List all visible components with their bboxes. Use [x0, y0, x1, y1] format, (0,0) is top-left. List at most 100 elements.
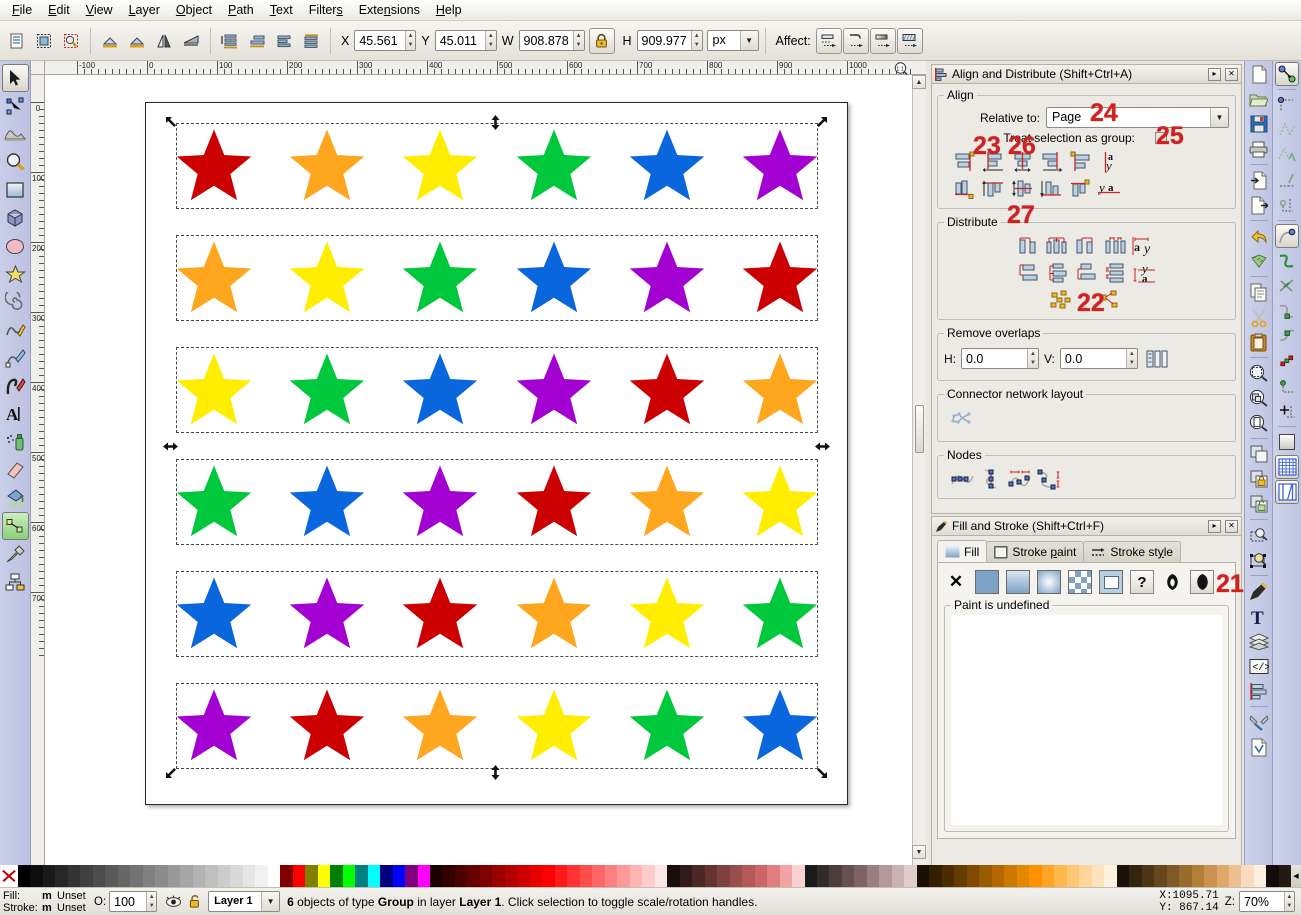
distribute-centers-horizontally-icon[interactable] — [1043, 232, 1072, 259]
snap-grid-icon[interactable] — [1275, 455, 1299, 479]
star-shape[interactable] — [402, 688, 478, 761]
star-shape[interactable] — [289, 688, 365, 761]
tweak-tool[interactable] — [2, 120, 29, 148]
palette-scroll-icon[interactable]: ◀ — [1291, 865, 1301, 887]
menu-object[interactable]: Object — [168, 1, 220, 19]
star-shape[interactable] — [629, 128, 705, 201]
3d-box-tool[interactable] — [2, 204, 29, 232]
palette-swatch[interactable] — [1216, 865, 1229, 887]
document-properties-icon[interactable] — [1247, 735, 1271, 759]
palette-swatch[interactable] — [629, 865, 643, 887]
palette-swatch[interactable] — [717, 865, 730, 887]
distribute-equal-gaps-horizontal-icon[interactable] — [1101, 232, 1130, 259]
nodes-distribute-vertical-icon[interactable] — [1035, 465, 1064, 492]
star-shape[interactable] — [516, 576, 592, 649]
radial-gradient-icon[interactable] — [1037, 570, 1061, 594]
star-shape[interactable] — [176, 240, 252, 313]
swatch-icon[interactable] — [1099, 570, 1123, 594]
palette-swatch[interactable] — [330, 865, 343, 887]
star-shape[interactable] — [176, 688, 252, 761]
snap-path-intersections-icon[interactable] — [1275, 274, 1299, 298]
snap-cusp-nodes-icon[interactable] — [1275, 299, 1299, 323]
vertical-scrollbar[interactable] — [912, 75, 926, 873]
tab-stroke-style[interactable]: Stroke style — [1083, 541, 1182, 562]
palette-swatch[interactable] — [1154, 865, 1167, 887]
group-icon[interactable] — [1247, 467, 1271, 491]
palette-swatch[interactable] — [255, 865, 268, 887]
overlap-h-input[interactable] — [962, 349, 1027, 368]
palette-swatch[interactable] — [1253, 865, 1267, 887]
star-shape[interactable] — [402, 576, 478, 649]
snap-bbox-centers-icon[interactable] — [1275, 193, 1299, 217]
star-shape[interactable] — [289, 352, 365, 425]
pattern-icon[interactable] — [1068, 570, 1092, 594]
x-input[interactable] — [355, 31, 405, 50]
align-top-edge-to-bottom-anchor-icon[interactable] — [1066, 175, 1095, 202]
align-left-edge-to-right-anchor-icon[interactable] — [1066, 148, 1095, 175]
align-dialog-icon[interactable] — [1247, 679, 1271, 703]
star-shape[interactable] — [289, 128, 365, 201]
resize-handle-n[interactable] — [490, 115, 503, 130]
unlock-icon[interactable] — [185, 894, 205, 909]
resize-handle-sw[interactable] — [165, 766, 178, 779]
menu-path[interactable]: Path — [220, 1, 262, 19]
palette-swatch[interactable] — [130, 865, 143, 887]
fill-stroke-indicator[interactable]: Fill: m Unset Stroke: m Unset — [0, 890, 88, 914]
preferences-icon[interactable] — [1247, 710, 1271, 734]
palette-swatch[interactable] — [317, 865, 331, 887]
star-group-row[interactable] — [176, 352, 818, 425]
star-shape[interactable] — [516, 352, 592, 425]
palette-swatch[interactable] — [1029, 865, 1042, 887]
palette-swatch[interactable] — [117, 865, 131, 887]
palette-swatch[interactable] — [467, 865, 480, 887]
align-bottom-edges-icon[interactable] — [1037, 175, 1066, 202]
resize-handle-ne[interactable] — [815, 116, 828, 129]
snap-rotation-centers-icon[interactable] — [1275, 399, 1299, 423]
star-shape[interactable] — [402, 240, 478, 313]
zoom-tool[interactable] — [2, 148, 29, 176]
new-document-icon[interactable] — [1247, 62, 1271, 86]
palette-swatch[interactable] — [804, 865, 817, 887]
palette-swatch[interactable] — [792, 865, 805, 887]
select-all-layers-icon[interactable] — [31, 28, 57, 54]
randomize-positions-icon[interactable] — [1048, 286, 1077, 313]
palette-swatch[interactable] — [1191, 865, 1205, 887]
object-properties-icon[interactable] — [1247, 548, 1271, 572]
palette-swatch[interactable] — [579, 865, 593, 887]
rotate-cw-icon[interactable] — [124, 28, 150, 54]
palette-swatch[interactable] — [367, 865, 381, 887]
chevron-down-icon[interactable] — [1210, 108, 1228, 127]
connector-network-icon[interactable] — [948, 406, 977, 433]
palette-swatch[interactable] — [405, 865, 418, 887]
lower-to-bottom-icon[interactable] — [298, 28, 324, 54]
palette-swatch[interactable] — [380, 865, 393, 887]
dropper-tool[interactable] — [2, 540, 29, 568]
palette-swatch[interactable] — [529, 865, 543, 887]
chevron-down-icon[interactable] — [739, 31, 758, 50]
palette-swatch[interactable] — [866, 865, 880, 887]
palette-swatch[interactable] — [92, 865, 106, 887]
export-icon[interactable] — [1247, 193, 1271, 217]
gradient-tool[interactable] — [1, 512, 29, 540]
palette-swatch[interactable] — [1091, 865, 1105, 887]
resize-handle-e[interactable] — [815, 441, 830, 454]
palette-swatch[interactable] — [292, 865, 306, 887]
palette-swatch[interactable] — [1079, 865, 1092, 887]
h-input[interactable] — [637, 31, 691, 50]
open-document-icon[interactable] — [1247, 87, 1271, 111]
palette-swatch[interactable] — [567, 865, 580, 887]
palette-swatch[interactable] — [67, 865, 81, 887]
align-right-edges-icon[interactable] — [1037, 148, 1066, 175]
palette-swatch[interactable] — [667, 865, 680, 887]
spray-tool[interactable] — [2, 428, 29, 456]
palette-swatch[interactable] — [217, 865, 231, 887]
palette-swatch[interactable] — [829, 865, 842, 887]
center-on-horizontal-axis-icon[interactable] — [1008, 175, 1037, 202]
resize-handle-nw[interactable] — [165, 116, 178, 129]
star-shape[interactable] — [629, 576, 705, 649]
palette-swatch[interactable] — [941, 865, 955, 887]
move-gradients-icon[interactable] — [869, 27, 896, 54]
star-shape[interactable] — [402, 128, 478, 201]
palette-swatch[interactable] — [417, 865, 430, 887]
snap-bbox-edge-midpoints-icon[interactable] — [1275, 168, 1299, 192]
